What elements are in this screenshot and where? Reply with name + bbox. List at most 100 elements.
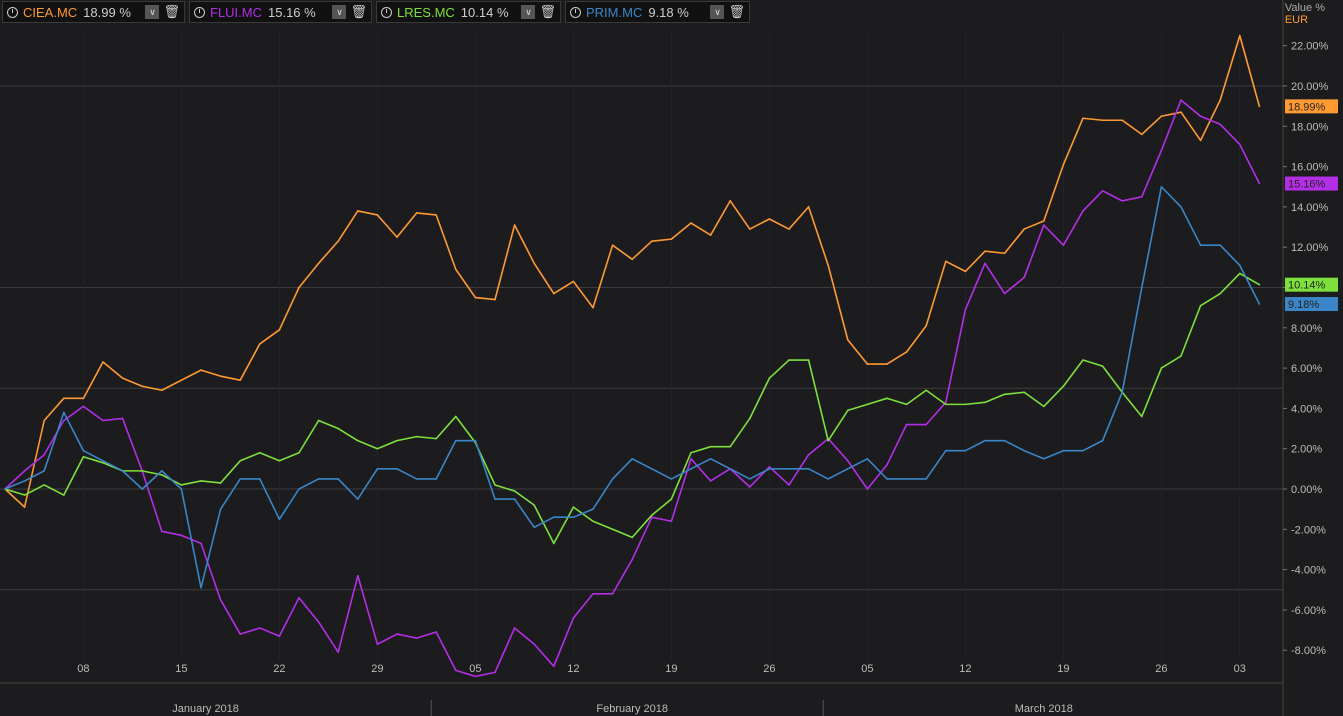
trash-icon[interactable]: 🗑	[539, 4, 556, 20]
data-point	[768, 466, 771, 468]
y-tick-label: 8.00%	[1291, 323, 1322, 335]
data-point	[611, 478, 614, 480]
data-point	[905, 478, 908, 480]
legend-item-ciea[interactable]: CIEA.MC 18.99 % ∨ 🗑	[2, 1, 185, 23]
data-point	[23, 506, 26, 508]
legend-item-flui[interactable]: FLUI.MC 15.16 % ∨ 🗑	[189, 1, 372, 23]
chevron-down-icon[interactable]: ∨	[145, 5, 160, 19]
data-point	[494, 498, 496, 500]
data-point	[396, 236, 398, 238]
legend-item-prim[interactable]: PRIM.MC 9.18 % ∨ 🗑	[565, 1, 750, 23]
last-value-label: 18.99%	[1288, 101, 1326, 113]
data-point	[82, 455, 85, 458]
data-point	[1082, 117, 1084, 120]
data-point	[259, 478, 261, 480]
data-point	[415, 212, 418, 214]
data-point	[964, 449, 967, 452]
chevron-down-icon[interactable]: ∨	[521, 5, 536, 19]
data-point	[572, 506, 575, 508]
x-tick-label: 19	[1057, 663, 1069, 675]
data-point	[1141, 133, 1143, 136]
legend-item-lres[interactable]: LRES.MC 10.14 % ∨ 🗑	[376, 1, 561, 23]
data-point	[709, 445, 712, 448]
data-point	[533, 504, 535, 506]
data-point	[1101, 119, 1104, 122]
data-point	[337, 651, 340, 654]
data-point	[592, 592, 594, 595]
legend-value: 10.14 %	[460, 4, 509, 20]
data-point	[415, 637, 418, 639]
x-tick-label: 05	[469, 663, 481, 675]
data-point	[984, 262, 986, 265]
x-tick-label: 26	[1155, 663, 1167, 675]
x-tick-label: 12	[959, 663, 971, 675]
data-point	[1141, 196, 1143, 198]
data-point	[1003, 439, 1006, 442]
data-point	[102, 462, 104, 464]
data-point	[376, 447, 379, 450]
data-point	[729, 468, 731, 470]
trash-icon[interactable]: 🗑	[728, 4, 745, 20]
data-point	[513, 490, 516, 492]
data-point	[219, 375, 222, 377]
data-point	[1239, 143, 1241, 146]
data-point	[435, 214, 438, 216]
data-point	[533, 262, 535, 265]
data-point	[749, 486, 751, 488]
data-point	[1101, 439, 1104, 442]
data-point	[1023, 391, 1025, 394]
data-point	[768, 377, 771, 379]
data-point	[1219, 244, 1221, 246]
data-point	[709, 234, 712, 236]
data-point	[180, 488, 183, 490]
data-point	[141, 488, 143, 490]
chevron-down-icon[interactable]: ∨	[710, 5, 725, 19]
data-point	[788, 228, 790, 230]
data-point	[513, 498, 516, 500]
data-point	[435, 631, 438, 633]
data-point	[357, 574, 359, 577]
data-point	[886, 363, 888, 365]
data-point	[1141, 415, 1143, 418]
clock-icon	[381, 6, 392, 18]
data-point	[690, 457, 692, 460]
data-point	[1003, 393, 1006, 396]
data-point	[141, 470, 143, 472]
data-point	[474, 439, 477, 442]
data-point	[847, 339, 849, 341]
data-point	[161, 474, 163, 476]
data-point	[259, 343, 261, 345]
data-point	[572, 617, 575, 619]
y-tick-label: 14.00%	[1291, 202, 1329, 214]
x-tick-label: 19	[665, 663, 677, 675]
data-point	[1239, 272, 1241, 275]
data-point	[631, 536, 633, 539]
last-value-label: 10.14%	[1288, 280, 1326, 292]
data-point	[415, 435, 418, 438]
data-point	[1062, 449, 1065, 452]
data-point	[886, 397, 888, 400]
data-point	[1003, 292, 1006, 295]
data-point	[1160, 185, 1163, 188]
data-point	[161, 389, 163, 392]
data-point	[278, 635, 281, 637]
data-point	[317, 621, 320, 623]
data-point	[827, 264, 829, 267]
data-point	[200, 369, 202, 371]
data-point	[1101, 365, 1104, 367]
data-point	[376, 214, 379, 216]
data-point	[200, 586, 202, 589]
data-point	[1219, 292, 1221, 295]
data-point	[945, 403, 947, 406]
data-point	[905, 351, 908, 353]
data-point	[82, 397, 85, 400]
data-point	[1199, 139, 1202, 142]
data-point	[651, 468, 653, 470]
data-point	[298, 451, 300, 454]
chevron-down-icon[interactable]: ∨	[332, 5, 347, 19]
data-point	[357, 439, 359, 442]
trash-icon[interactable]: 🗑	[163, 4, 180, 20]
trash-icon[interactable]: 🗑	[350, 4, 367, 20]
data-point	[964, 270, 967, 273]
data-point	[866, 363, 869, 365]
